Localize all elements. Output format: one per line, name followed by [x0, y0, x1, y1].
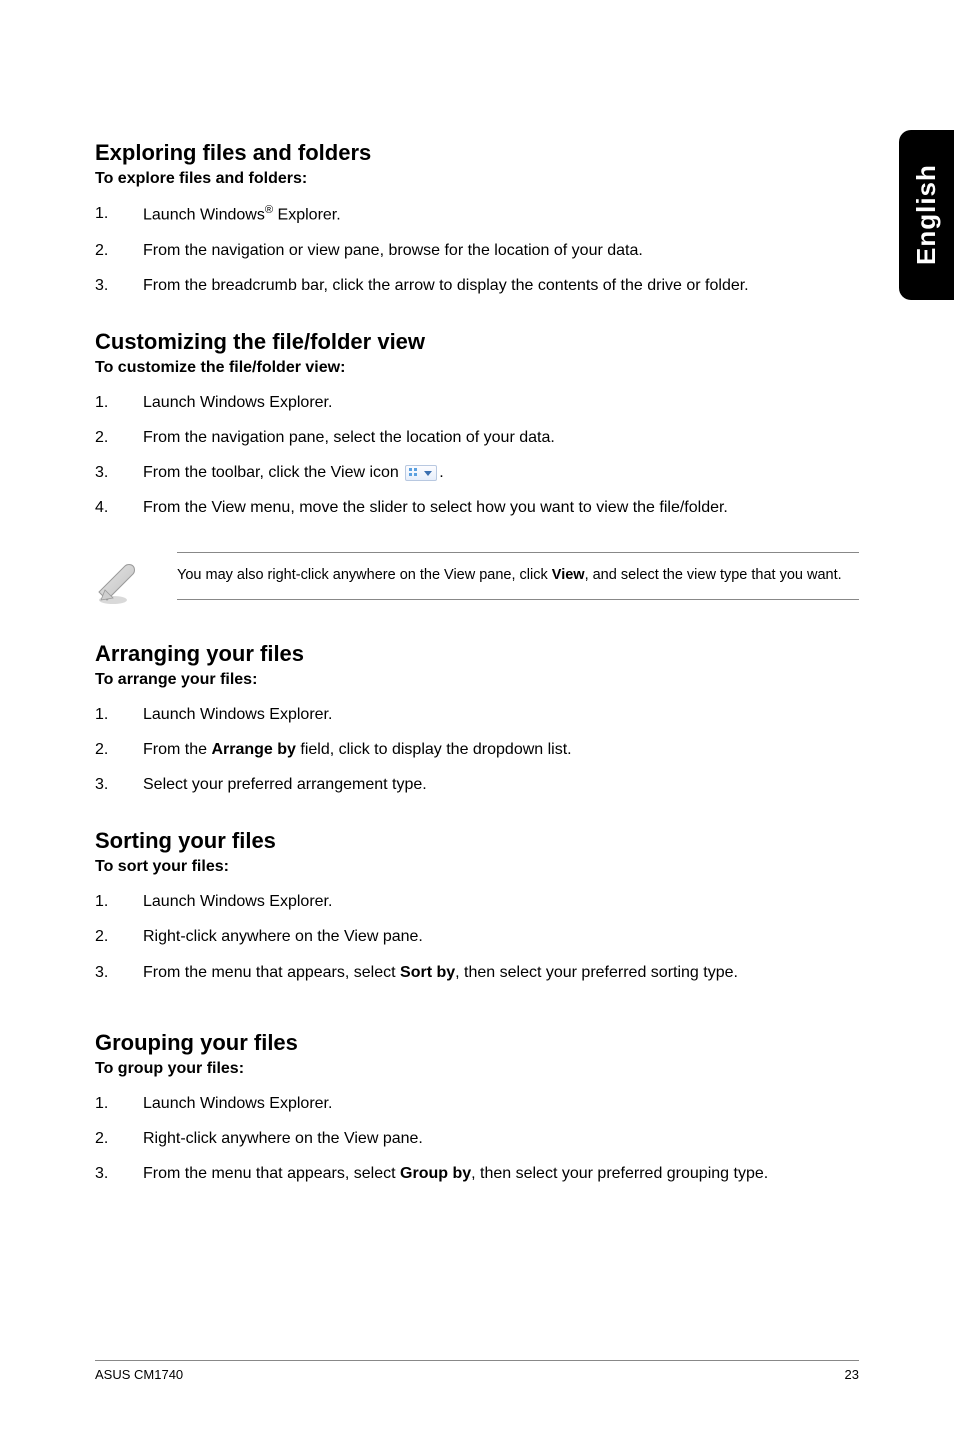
step-text: From the [143, 741, 211, 758]
list-item: Launch Windows Explorer. [95, 697, 859, 732]
lead-grouping: To group your files: [95, 1060, 859, 1078]
registered-mark: ® [265, 204, 273, 216]
note-text-pre: You may also right-click anywhere on the… [177, 567, 552, 583]
note-text-post: , and select the view type that you want… [585, 567, 842, 583]
list-item: Right-click anywhere on the View pane. [95, 1121, 859, 1156]
heading-grouping: Grouping your files [95, 1030, 859, 1056]
list-item: From the toolbar, click the View icon . [95, 455, 859, 490]
step-text: . [439, 464, 443, 481]
list-item: From the menu that appears, select Group… [95, 1156, 859, 1191]
note-text: You may also right-click anywhere on the… [177, 552, 859, 600]
steps-grouping: Launch Windows Explorer. Right-click any… [95, 1086, 859, 1192]
list-item: Launch Windows Explorer. [95, 1086, 859, 1121]
list-item: From the breadcrumb bar, click the arrow… [95, 268, 859, 303]
step-text: From the menu that appears, select [143, 1165, 400, 1182]
steps-customizing: Launch Windows Explorer. From the naviga… [95, 385, 859, 526]
list-item: From the navigation pane, select the loc… [95, 420, 859, 455]
steps-arranging: Launch Windows Explorer. From the Arrang… [95, 697, 859, 803]
step-text: Explorer. [273, 206, 341, 223]
footer-left: ASUS CM1740 [95, 1367, 183, 1382]
list-item: From the Arrange by field, click to disp… [95, 732, 859, 767]
list-item: From the menu that appears, select Sort … [95, 955, 859, 990]
list-item: Select your preferred arrangement type. [95, 767, 859, 802]
list-item: From the navigation or view pane, browse… [95, 233, 859, 268]
step-text: , then select your preferred sorting typ… [455, 964, 738, 981]
note-block: You may also right-click anywhere on the… [95, 552, 859, 611]
note-bold: View [552, 567, 585, 583]
page-footer: ASUS CM1740 23 [95, 1360, 859, 1382]
list-item: Launch Windows® Explorer. [95, 196, 859, 233]
list-item: Launch Windows Explorer. [95, 884, 859, 919]
heading-arranging: Arranging your files [95, 641, 859, 667]
lead-sorting: To sort your files: [95, 858, 859, 876]
heading-exploring: Exploring files and folders [95, 140, 859, 166]
heading-customizing: Customizing the file/folder view [95, 329, 859, 355]
footer-page-number: 23 [845, 1367, 859, 1382]
list-item: Right-click anywhere on the View pane. [95, 919, 859, 954]
step-bold: Sort by [400, 964, 455, 981]
list-item: From the View menu, move the slider to s… [95, 490, 859, 525]
step-text: field, click to display the dropdown lis… [296, 741, 572, 758]
step-bold: Arrange by [211, 741, 295, 758]
step-bold: Group by [400, 1165, 471, 1182]
language-tab: English [899, 130, 954, 300]
step-text: Launch Windows [143, 206, 265, 223]
lead-arranging: To arrange your files: [95, 671, 859, 689]
heading-sorting: Sorting your files [95, 828, 859, 854]
steps-sorting: Launch Windows Explorer. Right-click any… [95, 884, 859, 990]
lead-exploring: To explore files and folders: [95, 170, 859, 188]
note-icon [95, 552, 141, 611]
step-text: , then select your preferred grouping ty… [471, 1165, 768, 1182]
view-icon [405, 465, 437, 481]
steps-exploring: Launch Windows® Explorer. From the navig… [95, 196, 859, 303]
page-content: Exploring files and folders To explore f… [0, 0, 954, 1191]
step-text: From the toolbar, click the View icon [143, 464, 403, 481]
list-item: Launch Windows Explorer. [95, 385, 859, 420]
lead-customizing: To customize the file/folder view: [95, 359, 859, 377]
step-text: From the menu that appears, select [143, 964, 400, 981]
